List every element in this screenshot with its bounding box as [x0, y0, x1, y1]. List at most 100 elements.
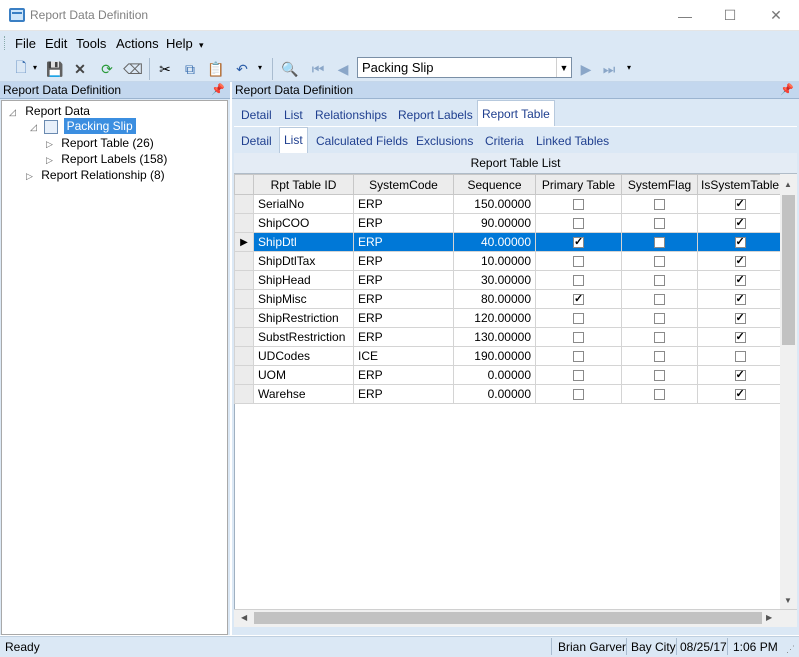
scroll-up-icon[interactable]: ▲: [784, 180, 792, 189]
system-flag-checkbox[interactable]: [654, 370, 665, 382]
resize-grip-icon[interactable]: ⋰: [786, 644, 795, 655]
cell-rpt-table-id[interactable]: ShipDtlTax: [253, 251, 354, 271]
is-system-table-checkbox[interactable]: [734, 197, 746, 211]
delete-icon[interactable]: ✕: [70, 59, 90, 79]
subtab-criteria[interactable]: Criteria: [481, 130, 528, 152]
cell-sequence[interactable]: 80.00000: [453, 289, 536, 309]
first-record-icon[interactable]: ⏮: [308, 59, 328, 79]
maximize-icon[interactable]: ☐: [707, 0, 753, 31]
cell-sequence[interactable]: 0.00000: [453, 365, 536, 385]
cell-system-code[interactable]: ERP: [353, 365, 454, 385]
cell-rpt-table-id[interactable]: ShipCOO: [253, 213, 354, 233]
cell-sequence[interactable]: 130.00000: [453, 327, 536, 347]
undo-icon[interactable]: ↶: [232, 59, 252, 79]
cell-rpt-table-id[interactable]: UDCodes: [253, 346, 354, 366]
horizontal-scroll-thumb[interactable]: [254, 612, 762, 624]
tab-report-labels[interactable]: Report Labels: [394, 104, 477, 126]
table-row[interactable]: ShipDtlTax ERP 10.00000: [234, 251, 784, 271]
cell-sequence[interactable]: 10.00000: [453, 251, 536, 271]
chevron-down-icon[interactable]: ▼: [556, 58, 571, 77]
subtab-linked-tables[interactable]: Linked Tables: [532, 130, 613, 152]
cell-sequence[interactable]: 120.00000: [453, 308, 536, 328]
row-selector[interactable]: [234, 327, 254, 347]
paste-icon[interactable]: 📋: [206, 59, 226, 79]
table-row[interactable]: ▶ ShipDtl ERP 40.00000: [234, 232, 784, 252]
cell-rpt-table-id[interactable]: Warehse: [253, 384, 354, 404]
tab-list[interactable]: List: [280, 104, 307, 126]
primary-table-checkbox[interactable]: [573, 370, 584, 382]
cell-rpt-table-id[interactable]: ShipDtl: [253, 232, 354, 252]
column-header[interactable]: Rpt Table ID: [253, 174, 354, 195]
cell-rpt-table-id[interactable]: ShipMisc: [253, 289, 354, 309]
subtab-list[interactable]: List: [279, 127, 308, 153]
primary-table-checkbox[interactable]: [573, 235, 584, 249]
cell-system-code[interactable]: ERP: [353, 327, 454, 347]
scroll-left-icon[interactable]: ◀: [241, 613, 247, 622]
cell-rpt-table-id[interactable]: ShipRestriction: [253, 308, 354, 328]
is-system-table-checkbox[interactable]: [734, 292, 746, 306]
search-icon[interactable]: 🔍: [280, 59, 300, 79]
primary-table-checkbox[interactable]: [573, 351, 584, 363]
toolbar-overflow-icon[interactable]: ▾: [627, 63, 631, 72]
primary-table-checkbox[interactable]: [573, 292, 584, 306]
cell-sequence[interactable]: 40.00000: [453, 232, 536, 252]
primary-table-checkbox[interactable]: [573, 332, 584, 344]
subtab-detail[interactable]: Detail: [237, 130, 276, 152]
tab-detail[interactable]: Detail: [237, 104, 276, 126]
table-row[interactable]: Warehse ERP 0.00000: [234, 384, 784, 404]
subtab-calculated-fields[interactable]: Calculated Fields: [312, 130, 412, 152]
system-flag-checkbox[interactable]: [654, 218, 665, 230]
pin-icon[interactable]: 📌: [780, 83, 794, 96]
minimize-icon[interactable]: —: [662, 0, 708, 31]
system-flag-checkbox[interactable]: [654, 199, 665, 211]
expand-icon[interactable]: ▷: [46, 139, 53, 149]
tree-item-report-table[interactable]: ▷ Report Table (26): [46, 136, 154, 150]
cell-system-code[interactable]: ERP: [353, 289, 454, 309]
menu-edit[interactable]: Edit: [45, 36, 67, 51]
is-system-table-checkbox[interactable]: [734, 368, 746, 382]
table-row[interactable]: ShipMisc ERP 80.00000: [234, 289, 784, 309]
row-selector[interactable]: [234, 346, 254, 366]
cell-system-code[interactable]: ICE: [353, 346, 454, 366]
row-selector[interactable]: ▶: [234, 232, 254, 252]
table-row[interactable]: SubstRestriction ERP 130.00000: [234, 327, 784, 347]
is-system-table-checkbox[interactable]: [734, 351, 746, 363]
pin-icon[interactable]: 📌: [211, 83, 225, 96]
refresh-icon[interactable]: ⟳: [97, 59, 117, 79]
system-flag-checkbox[interactable]: [654, 389, 665, 401]
row-selector[interactable]: [234, 213, 254, 233]
table-row[interactable]: ShipRestriction ERP 120.00000: [234, 308, 784, 328]
table-row[interactable]: ShipHead ERP 30.00000: [234, 270, 784, 290]
new-icon[interactable]: 🗋: [11, 59, 31, 79]
table-row[interactable]: ShipCOO ERP 90.00000: [234, 213, 784, 233]
row-selector[interactable]: [234, 251, 254, 271]
undo-dropdown-icon[interactable]: ▾: [258, 63, 262, 72]
row-selector[interactable]: [234, 289, 254, 309]
primary-table-checkbox[interactable]: [573, 218, 584, 230]
cell-system-code[interactable]: ERP: [353, 194, 454, 214]
menu-overflow-icon[interactable]: ▾: [199, 40, 204, 51]
row-selector[interactable]: [234, 365, 254, 385]
row-selector[interactable]: [234, 270, 254, 290]
copy-icon[interactable]: ⧉: [180, 59, 200, 79]
is-system-table-checkbox[interactable]: [734, 254, 746, 268]
subtab-exclusions[interactable]: Exclusions: [412, 130, 477, 152]
menu-help[interactable]: Help: [166, 36, 193, 51]
column-header[interactable]: Primary Table: [535, 174, 622, 195]
cell-rpt-table-id[interactable]: SubstRestriction: [253, 327, 354, 347]
save-icon[interactable]: 💾: [45, 59, 65, 79]
expand-icon[interactable]: ▷: [46, 155, 53, 165]
previous-record-icon[interactable]: ◀: [333, 59, 353, 79]
tree-item-packing-slip[interactable]: ◿ Packing Slip: [30, 118, 136, 134]
menu-file[interactable]: File: [15, 36, 36, 51]
cell-rpt-table-id[interactable]: ShipHead: [253, 270, 354, 290]
tab-relationships[interactable]: Relationships: [311, 104, 391, 126]
is-system-table-checkbox[interactable]: [734, 387, 746, 401]
cell-rpt-table-id[interactable]: SerialNo: [253, 194, 354, 214]
primary-table-checkbox[interactable]: [573, 199, 584, 211]
cell-sequence[interactable]: 0.00000: [453, 384, 536, 404]
record-combo[interactable]: Packing Slip ▼: [357, 57, 572, 78]
table-row[interactable]: UDCodes ICE 190.00000: [234, 346, 784, 366]
scroll-right-icon[interactable]: ▶: [766, 613, 772, 622]
column-header[interactable]: SystemFlag: [621, 174, 698, 195]
